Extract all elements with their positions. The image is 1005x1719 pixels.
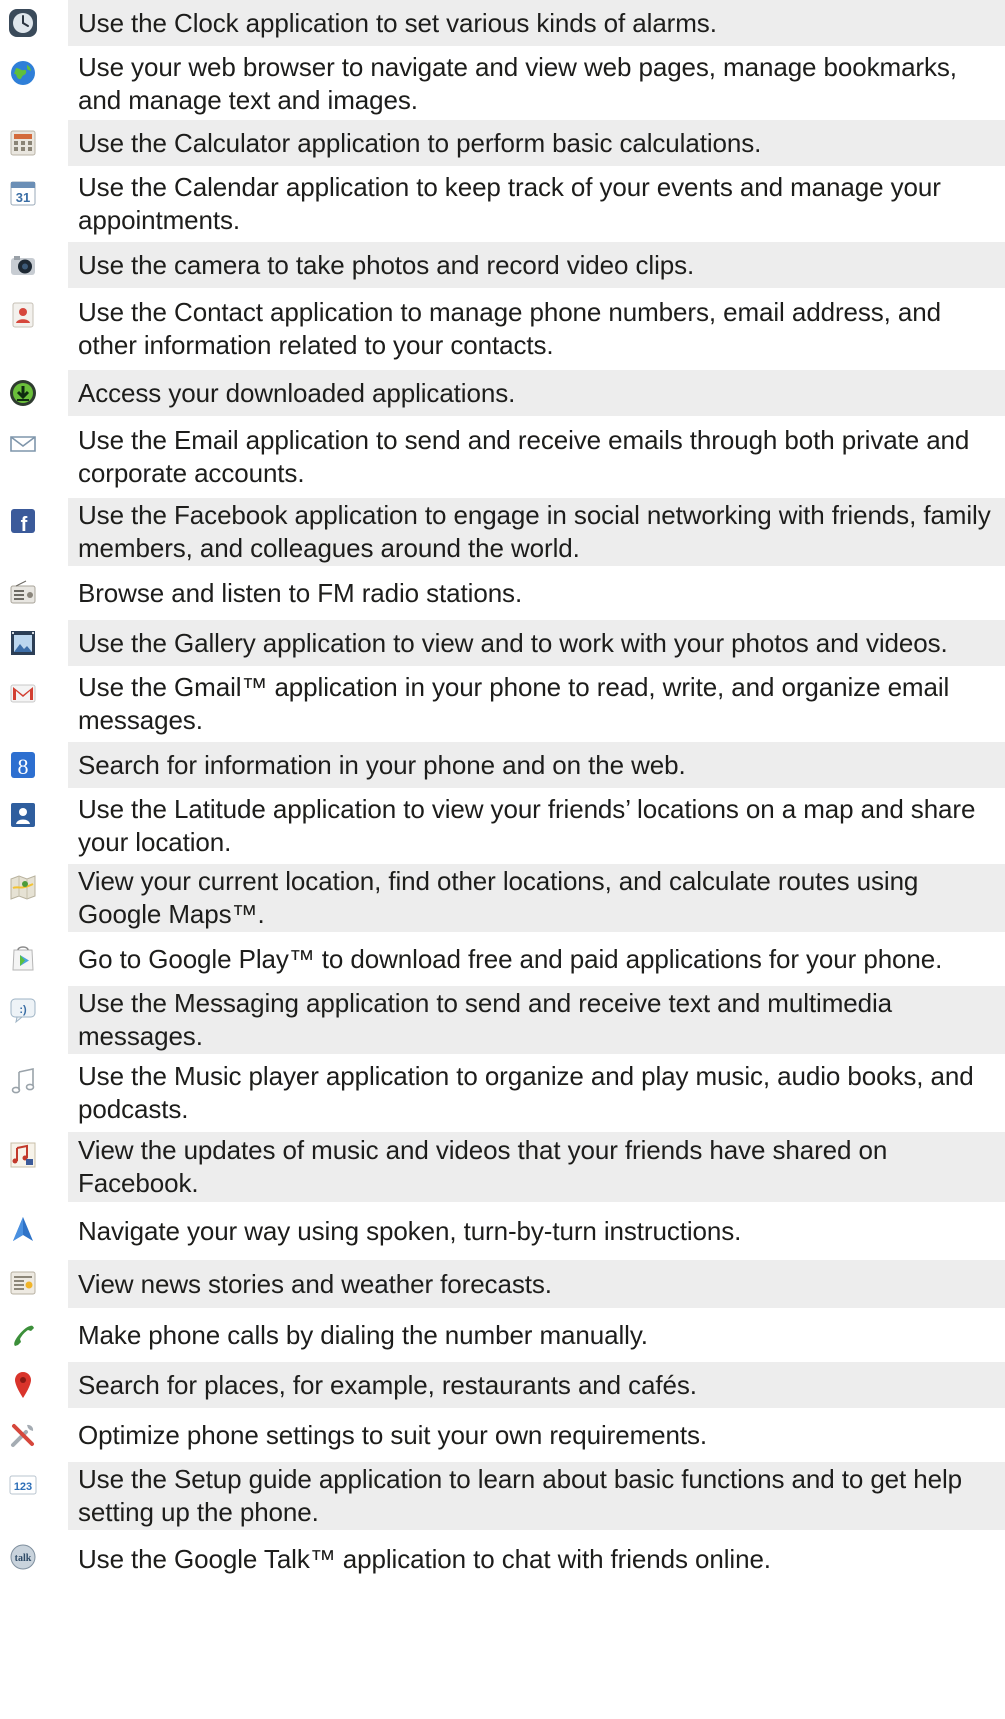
app-list-row: 123 Use the Setup guide application to le… xyxy=(0,1462,1005,1530)
app-description: Browse and listen to FM radio stations. xyxy=(78,577,523,608)
clock-icon xyxy=(8,8,38,38)
facebook-icon: f xyxy=(8,506,38,536)
app-description: Go to Google Play™ to download free and … xyxy=(78,943,943,974)
app-description: Use the Email application to send and re… xyxy=(78,425,970,488)
app-description: Use the Google Talk™ application to chat… xyxy=(78,1543,771,1574)
navigation-arrow-icon xyxy=(8,1214,38,1244)
maps-icon xyxy=(8,872,38,902)
app-list-row: Use the Gallery application to view and … xyxy=(0,620,1005,666)
app-description: View the updates of music and videos tha… xyxy=(68,1132,1005,1202)
camera-icon xyxy=(8,250,38,280)
music-video-icon xyxy=(8,1140,38,1170)
app-description: Use the Calendar application to keep tra… xyxy=(78,172,941,235)
app-description: Use the Setup guide application to learn… xyxy=(68,1462,1005,1530)
email-envelope-icon xyxy=(8,428,38,458)
app-description: Use the Messaging application to send an… xyxy=(68,986,1005,1054)
app-list-row: Use your web browser to navigate and vie… xyxy=(0,50,1005,118)
svg-text::): :) xyxy=(19,1004,27,1016)
app-list-row: Go to Google Play™ to download free and … xyxy=(0,936,1005,982)
svg-text:8: 8 xyxy=(18,754,29,779)
svg-text:talk: talk xyxy=(15,1553,32,1564)
app-description: Use the Calculator application to perfor… xyxy=(68,120,1005,166)
app-description: Make phone calls by dialing the number m… xyxy=(78,1319,648,1350)
browser-globe-icon xyxy=(8,58,38,88)
svg-text:123: 123 xyxy=(14,1481,32,1493)
app-description: Search for places, for example, restaura… xyxy=(68,1362,1005,1408)
app-description: Optimize phone settings to suit your own… xyxy=(78,1419,708,1450)
app-description: Use your web browser to navigate and vie… xyxy=(78,52,957,115)
app-description: Use the Clock application to set various… xyxy=(68,0,1005,46)
svg-text:f: f xyxy=(21,514,28,536)
app-description: Use the camera to take photos and record… xyxy=(68,242,1005,288)
app-description: Access your downloaded applications. xyxy=(68,370,1005,416)
app-list-row: Use the Music player application to orga… xyxy=(0,1058,1005,1128)
latitude-icon xyxy=(8,800,38,830)
app-description: View your current location, find other l… xyxy=(68,864,1005,932)
gmail-icon xyxy=(8,678,38,708)
play-store-icon xyxy=(8,944,38,974)
app-list-row: Use the Calculator application to perfor… xyxy=(0,120,1005,166)
app-description: Use the Facebook application to engage i… xyxy=(68,498,1005,566)
talk-icon: talk xyxy=(8,1542,38,1572)
app-description: Use the Gmail™ application in your phone… xyxy=(78,672,950,735)
app-list-row: talk Use the Google Talk™ application to … xyxy=(0,1534,1005,1584)
app-list-row: Use the Latitude application to view you… xyxy=(0,792,1005,860)
app-list-row: Optimize phone settings to suit your own… xyxy=(0,1412,1005,1458)
google-search-icon: 8 xyxy=(8,750,38,780)
gallery-icon xyxy=(8,628,38,658)
settings-tools-icon xyxy=(8,1420,38,1450)
app-list-row: Use the Contact application to manage ph… xyxy=(0,292,1005,366)
app-list-row: Navigate your way using spoken, turn-by-… xyxy=(0,1206,1005,1256)
app-list-row: View news stories and weather forecasts. xyxy=(0,1260,1005,1308)
app-description: Use the Latitude application to view you… xyxy=(78,794,976,857)
app-list-row: f Use the Facebook application to engage … xyxy=(0,498,1005,566)
news-weather-icon xyxy=(8,1268,38,1298)
app-list-row: 8 Search for information in your phone an… xyxy=(0,742,1005,788)
contacts-icon xyxy=(8,300,38,330)
app-list-row: Search for places, for example, restaura… xyxy=(0,1362,1005,1408)
svg-text:31: 31 xyxy=(16,190,30,205)
app-list-row: Use the Gmail™ application in your phone… xyxy=(0,670,1005,738)
app-list-row: Use the camera to take photos and record… xyxy=(0,242,1005,288)
app-list-row: Use the Clock application to set various… xyxy=(0,0,1005,46)
app-list-row: Use the Email application to send and re… xyxy=(0,420,1005,494)
app-list-row: Access your downloaded applications. xyxy=(0,370,1005,416)
app-list-row: View the updates of music and videos tha… xyxy=(0,1132,1005,1202)
app-list-row: View your current location, find other l… xyxy=(0,864,1005,932)
app-description: Search for information in your phone and… xyxy=(68,742,1005,788)
download-icon xyxy=(8,378,38,408)
app-list-row: 31 Use the Calendar application to keep t… xyxy=(0,170,1005,238)
places-pin-icon xyxy=(8,1370,38,1400)
phone-handset-icon xyxy=(8,1320,38,1350)
app-description: Use the Music player application to orga… xyxy=(78,1061,974,1124)
app-list-row: Make phone calls by dialing the number m… xyxy=(0,1312,1005,1358)
calendar-icon: 31 xyxy=(8,178,38,208)
app-description: Use the Contact application to manage ph… xyxy=(78,297,941,360)
fm-radio-icon xyxy=(8,578,38,608)
music-note-icon xyxy=(8,1066,38,1096)
app-description: Navigate your way using spoken, turn-by-… xyxy=(78,1215,742,1246)
messaging-icon: :) xyxy=(8,994,38,1024)
app-list-row: :) Use the Messaging application to send … xyxy=(0,986,1005,1054)
app-description: View news stories and weather forecasts. xyxy=(68,1260,1005,1308)
calculator-icon xyxy=(8,128,38,158)
app-list-row: Browse and listen to FM radio stations. xyxy=(0,570,1005,616)
app-description: Use the Gallery application to view and … xyxy=(68,620,1005,666)
setup-guide-icon: 123 xyxy=(8,1470,38,1500)
